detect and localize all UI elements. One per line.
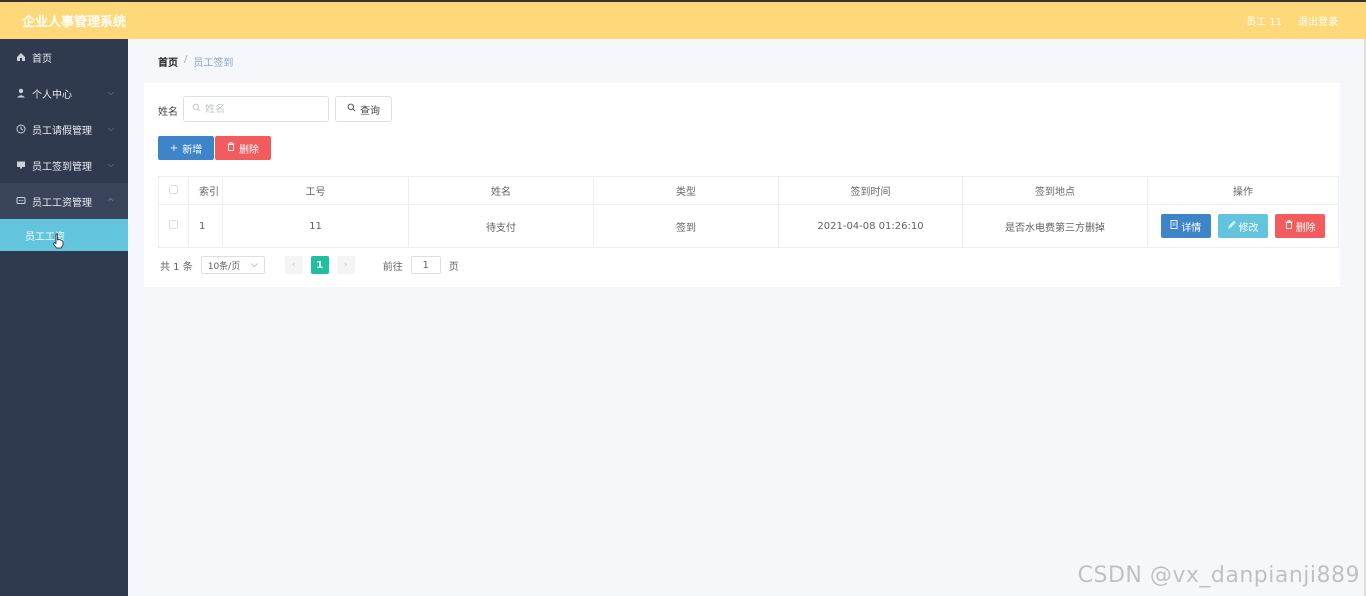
monitor-icon	[16, 160, 26, 170]
chevron-right-icon: ›	[343, 260, 348, 270]
add-button-label: 新增	[182, 144, 203, 156]
select-all-checkbox[interactable]	[169, 184, 178, 194]
sidebar-item-leave[interactable]: 员工请假管理 ⌵	[0, 111, 128, 147]
content-panel: 姓名 查询 + 新增 删除 索引	[144, 83, 1340, 287]
page-number-current[interactable]: 1	[310, 256, 329, 274]
col-header-job-no: 工号	[222, 176, 409, 205]
top-header: 企业人事管理系统 员工 11 退出登录	[0, 0, 1366, 39]
trash-icon	[227, 142, 235, 154]
next-page-button[interactable]: ›	[336, 256, 355, 274]
page-size-select[interactable]: 10条/页 ⌵	[200, 256, 265, 274]
search-icon	[192, 103, 201, 115]
search-input[interactable]	[205, 103, 315, 115]
search-icon	[347, 103, 356, 115]
trash-icon	[1285, 220, 1293, 232]
batch-delete-button[interactable]: 删除	[215, 136, 271, 160]
table-header-row: 索引 工号 姓名 类型 签到时间 签到地点 操作	[158, 176, 1339, 205]
select-all-cell[interactable]	[158, 176, 189, 205]
chevron-down-icon: ⌵	[107, 88, 114, 97]
sidebar-item-profile[interactable]: 个人中心 ⌵	[0, 75, 128, 111]
app-title: 企业人事管理系统	[22, 15, 127, 30]
logout-link[interactable]: 退出登录	[1298, 13, 1338, 28]
pagination-total: 共 1 条	[160, 261, 193, 273]
sidebar-item-label: 员工请假管理	[32, 125, 92, 137]
search-input-wrapper	[183, 96, 329, 122]
pagination: 共 1 条 10条/页 ⌵ ‹ 1 › 前往 页	[160, 256, 459, 274]
plus-icon: +	[169, 142, 179, 154]
chevron-left-icon: ‹	[291, 260, 296, 270]
chevron-down-icon: ⌵	[107, 160, 114, 169]
edit-button-label: 修改	[1238, 222, 1259, 234]
sidebar-item-home[interactable]: 首页	[0, 39, 128, 75]
col-header-actions: 操作	[1147, 176, 1339, 205]
current-user: 员工 11	[1246, 17, 1282, 28]
row-select-cell[interactable]	[158, 204, 189, 248]
search-label: 姓名	[158, 107, 178, 118]
cell-type: 签到	[593, 204, 779, 248]
goto-label: 前往	[382, 261, 403, 273]
detail-button[interactable]: 详情	[1160, 214, 1211, 238]
col-header-time: 签到时间	[778, 176, 963, 205]
home-icon	[16, 52, 26, 62]
chevron-up-icon: ^	[107, 196, 114, 206]
sidebar: 首页 个人中心 ⌵ 员工请假管理 ⌵ 员工签到管理 ⌵ 员工工资管理 ^ 员工工…	[0, 39, 128, 596]
col-header-name: 姓名	[408, 176, 594, 205]
sidebar-item-label: 个人中心	[32, 89, 72, 101]
sidebar-item-salary[interactable]: 员工工资管理 ^	[0, 183, 128, 219]
goto-suffix: 页	[448, 261, 459, 273]
chevron-down-icon: ⌵	[250, 260, 258, 270]
table-row: 1 11 待支付 签到 2021-04-08 01:26:10 是否水电费第三方…	[158, 204, 1339, 248]
page-size-value: 10条/页	[207, 261, 241, 272]
col-header-location: 签到地点	[962, 176, 1148, 205]
detail-button-label: 详情	[1181, 222, 1202, 234]
query-button[interactable]: 查询	[335, 96, 392, 122]
header-user-area: 员工 11 退出登录	[1246, 13, 1338, 28]
user-icon	[16, 88, 26, 98]
sidebar-item-label: 首页	[32, 53, 52, 65]
row-delete-button-label: 删除	[1295, 222, 1316, 234]
cell-job-no: 11	[222, 204, 409, 248]
delete-button-label: 删除	[239, 144, 259, 156]
cell-name: 待支付	[408, 204, 594, 248]
prev-page-button[interactable]: ‹	[284, 256, 303, 274]
edit-button[interactable]: 修改	[1218, 214, 1268, 238]
goto-page-input[interactable]	[410, 256, 441, 274]
sidebar-item-label: 员工签到管理	[32, 161, 92, 173]
cell-time: 2021-04-08 01:26:10	[778, 204, 963, 248]
col-header-type: 类型	[593, 176, 779, 205]
edit-icon	[1227, 220, 1236, 232]
query-button-label: 查询	[360, 105, 380, 117]
chat-icon	[16, 196, 26, 206]
sidebar-item-label: 员工工资管理	[32, 197, 92, 209]
document-icon	[1170, 220, 1178, 232]
main-content: 首页 / 员工签到 姓名 查询 + 新增 删除	[128, 39, 1364, 596]
sidebar-subitem-salary[interactable]: 员工工资	[0, 219, 128, 251]
add-button[interactable]: + 新增	[158, 136, 214, 160]
sidebar-item-checkin[interactable]: 员工签到管理 ⌵	[0, 147, 128, 183]
breadcrumb-separator: /	[184, 54, 188, 65]
chevron-down-icon: ⌵	[107, 124, 114, 133]
row-delete-button[interactable]: 删除	[1275, 214, 1326, 238]
breadcrumb: 首页 / 员工签到	[158, 54, 233, 69]
watermark: CSDN @vx_danpianji889	[1077, 563, 1360, 588]
breadcrumb-current: 员工签到	[193, 58, 234, 69]
cell-actions: 详情 修改 删除	[1147, 204, 1339, 248]
clock-icon	[16, 124, 26, 134]
col-header-index: 索引	[188, 176, 223, 205]
breadcrumb-home[interactable]: 首页	[158, 54, 178, 69]
hand-cursor-icon	[53, 233, 64, 249]
cell-location: 是否水电费第三方删掉	[962, 204, 1148, 248]
row-checkbox[interactable]	[169, 220, 178, 229]
cell-index: 1	[188, 204, 223, 248]
checkin-table: 索引 工号 姓名 类型 签到时间 签到地点 操作 1 11 待支付 签到 202…	[158, 176, 1339, 248]
